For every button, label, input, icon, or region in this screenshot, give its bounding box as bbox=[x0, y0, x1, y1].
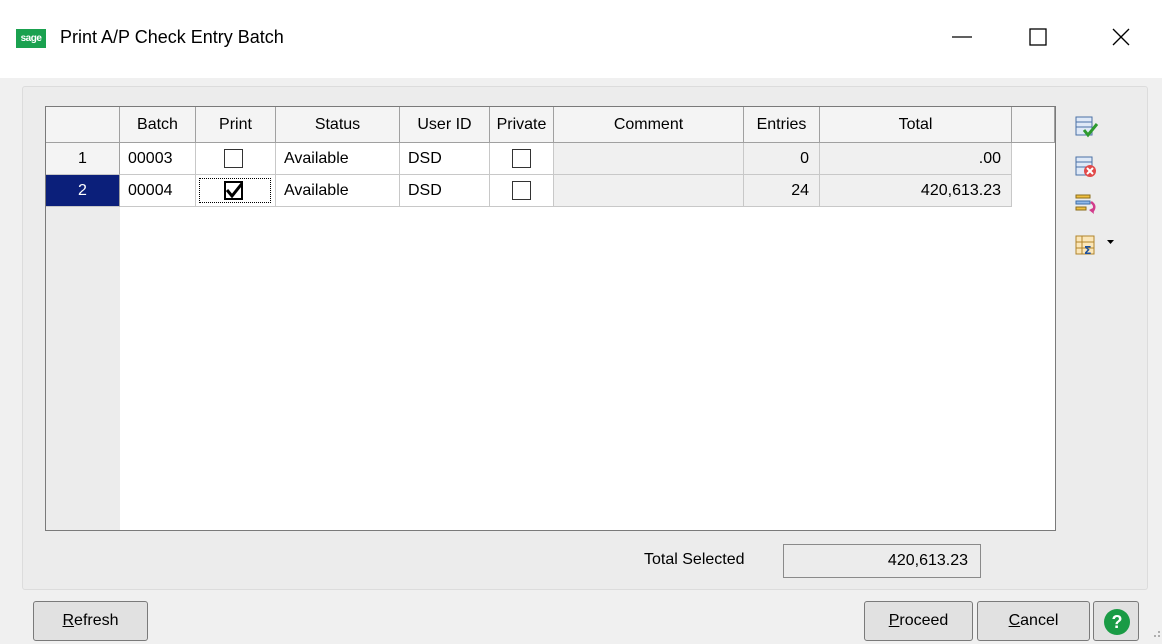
maximize-button[interactable] bbox=[1016, 14, 1062, 60]
help-icon: ? bbox=[1104, 609, 1130, 635]
column-header-batch[interactable]: Batch bbox=[120, 107, 196, 143]
row-number[interactable]: 1 bbox=[46, 143, 120, 175]
grid-options-button[interactable]: Σ bbox=[1075, 233, 1099, 257]
clear-all-button[interactable] bbox=[1075, 155, 1099, 179]
grid-options-dropdown[interactable] bbox=[1105, 236, 1117, 248]
cell-comment[interactable] bbox=[554, 143, 744, 175]
total-selected-value: 420,613.23 bbox=[783, 544, 981, 578]
cancel-hotkey: C bbox=[1008, 612, 1021, 629]
column-header-print[interactable]: Print bbox=[196, 107, 276, 143]
cell-total: 420,613.23 bbox=[820, 175, 1012, 207]
checkmark-icon bbox=[225, 181, 243, 199]
proceed-hotkey: P bbox=[888, 612, 900, 629]
maximize-icon bbox=[1029, 28, 1047, 46]
print-checkbox[interactable] bbox=[224, 149, 243, 168]
column-header-private[interactable]: Private bbox=[490, 107, 554, 143]
select-all-icon bbox=[1075, 116, 1099, 138]
chevron-down-icon bbox=[1107, 240, 1114, 244]
title-bar: sage Print A/P Check Entry Batch bbox=[0, 0, 1162, 78]
refresh-list-button[interactable] bbox=[1075, 192, 1099, 216]
private-checkbox[interactable] bbox=[512, 149, 531, 168]
close-icon bbox=[1112, 28, 1130, 46]
proceed-button[interactable]: Proceed bbox=[864, 601, 973, 641]
minimize-button[interactable] bbox=[940, 14, 986, 60]
window-title: Print A/P Check Entry Batch bbox=[60, 27, 284, 47]
cancel-button[interactable]: Cancel bbox=[977, 601, 1090, 641]
help-button[interactable]: ? bbox=[1093, 601, 1139, 641]
minimize-icon bbox=[952, 36, 972, 38]
row-number-selected[interactable]: 2 bbox=[46, 175, 120, 207]
resize-grip-icon[interactable] bbox=[1152, 628, 1162, 642]
cell-user-id[interactable]: DSD bbox=[400, 175, 490, 207]
clear-all-icon bbox=[1075, 156, 1096, 177]
cell-print[interactable] bbox=[196, 175, 276, 207]
cell-private[interactable] bbox=[490, 175, 554, 207]
column-header-filler bbox=[1012, 107, 1055, 143]
cell-user-id[interactable]: DSD bbox=[400, 143, 490, 175]
cancel-label-rest: ancel bbox=[1020, 612, 1059, 629]
column-header-entries[interactable]: Entries bbox=[744, 107, 820, 143]
select-all-button[interactable] bbox=[1075, 115, 1099, 139]
print-checkbox-checked[interactable] bbox=[224, 181, 243, 200]
sage-logo-icon: sage bbox=[16, 29, 46, 48]
cell-status[interactable]: Available bbox=[276, 143, 400, 175]
batch-grid[interactable]: Batch Print Status User ID Private Comme… bbox=[45, 106, 1056, 531]
column-header-status[interactable]: Status bbox=[276, 107, 400, 143]
total-selected-label: Total Selected bbox=[644, 551, 745, 568]
column-header-user-id[interactable]: User ID bbox=[400, 107, 490, 143]
refresh-hotkey: R bbox=[62, 612, 75, 629]
refresh-button[interactable]: Refresh bbox=[33, 601, 148, 641]
cell-entries: 0 bbox=[744, 143, 820, 175]
cell-total: .00 bbox=[820, 143, 1012, 175]
cell-private[interactable] bbox=[490, 143, 554, 175]
column-header-comment[interactable]: Comment bbox=[554, 107, 744, 143]
corner-header bbox=[46, 107, 120, 143]
cell-print[interactable] bbox=[196, 143, 276, 175]
proceed-label-rest: roceed bbox=[899, 612, 949, 629]
cell-batch[interactable]: 00003 bbox=[120, 143, 196, 175]
grid-options-icon: Σ bbox=[1075, 235, 1095, 257]
cell-status[interactable]: Available bbox=[276, 175, 400, 207]
svg-text:Σ: Σ bbox=[1084, 244, 1092, 257]
close-button[interactable] bbox=[1098, 14, 1144, 60]
column-header-total[interactable]: Total bbox=[820, 107, 1012, 143]
private-checkbox[interactable] bbox=[512, 181, 531, 200]
refresh-label-rest: efresh bbox=[74, 612, 119, 629]
cell-entries: 24 bbox=[744, 175, 820, 207]
refresh-list-icon bbox=[1075, 194, 1096, 214]
cell-batch[interactable]: 00004 bbox=[120, 175, 196, 207]
cell-comment[interactable] bbox=[554, 175, 744, 207]
